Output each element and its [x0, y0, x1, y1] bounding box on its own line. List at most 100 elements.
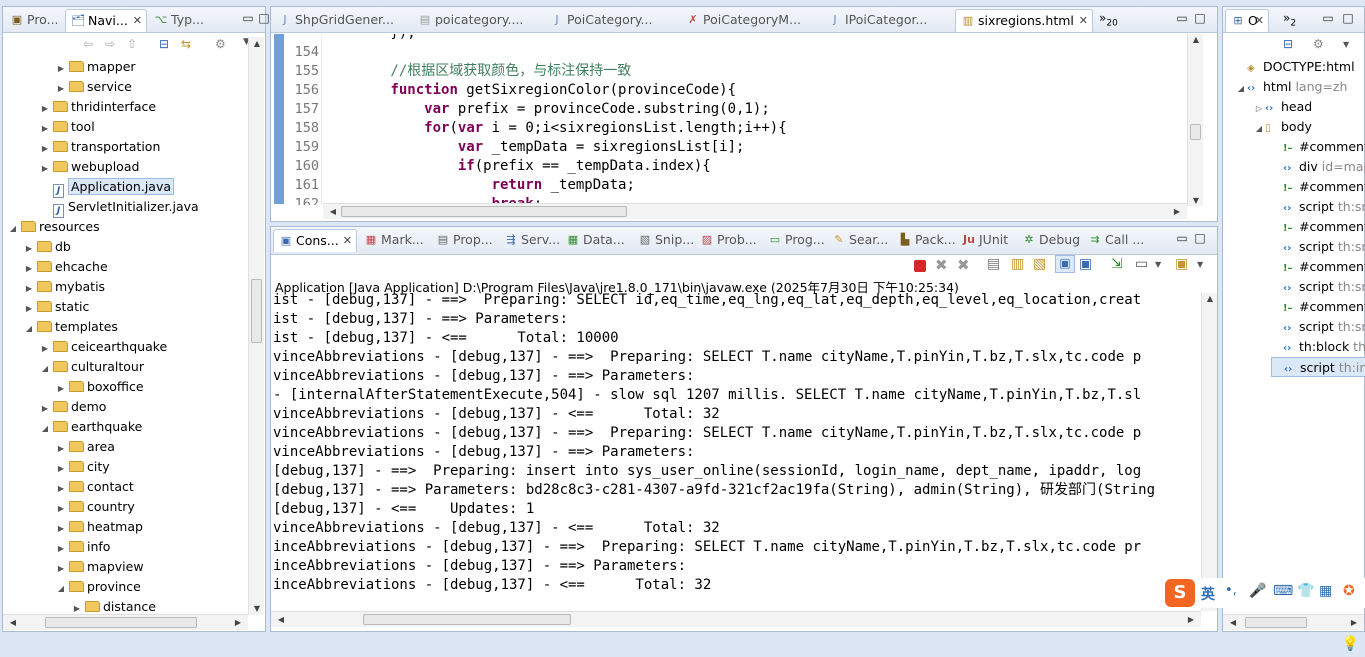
tree-item[interactable]: ▶ info — [55, 537, 111, 557]
collapsed-arrow-icon[interactable]: ▶ — [55, 439, 67, 459]
keyboard-icon[interactable]: ⌨ — [1273, 583, 1293, 599]
scrollbar-thumb[interactable] — [1245, 617, 1307, 628]
view-menu-icon[interactable]: ▼ — [1197, 260, 1203, 269]
scroll-down-icon[interactable]: ▼ — [249, 604, 265, 613]
collapsed-arrow-icon[interactable]: ▶ — [39, 99, 51, 119]
tree-item[interactable]: ▶ heatmap — [55, 517, 143, 537]
collapsed-arrow-icon[interactable]: ▶ — [39, 119, 51, 139]
terminate-icon[interactable] — [914, 260, 926, 272]
collapsed-arrow-icon[interactable]: ▶ — [39, 339, 51, 359]
collapsed-arrow-icon[interactable]: ▶ — [55, 499, 67, 519]
console-output[interactable]: ist - [debug,137] - ==> Preparing: SELEC… — [271, 291, 1201, 611]
outline-horizontal-scrollbar[interactable]: ◀ ▶ — [1223, 614, 1364, 630]
tree-item[interactable]: ▶ transportation — [39, 137, 160, 157]
tab-editor-poicategory-xml[interactable]: ▤ poicategory.... — [413, 9, 543, 32]
tree-item[interactable]: ◢ resources — [7, 217, 100, 237]
scroll-up-icon[interactable]: ▲ — [1188, 35, 1204, 44]
collapsed-arrow-icon[interactable]: ▶ — [55, 559, 67, 579]
scrollbar-thumb[interactable] — [363, 614, 571, 625]
mascot-icon[interactable]: ✪ — [1343, 583, 1355, 599]
tree-item[interactable]: ▶ contact — [55, 477, 134, 497]
expanded-arrow-icon[interactable]: ◢ — [1253, 119, 1265, 139]
tab-editor-sixregions[interactable]: ▥ sixregions.html ✕ — [955, 9, 1093, 32]
tab-package-explorer[interactable]: ▙ Pack... — [893, 229, 957, 252]
tab-servers[interactable]: ⇶ Serv... — [499, 229, 561, 252]
collapsed-arrow-icon[interactable]: ▷ — [1253, 99, 1265, 119]
tab-type-hierarchy[interactable]: ⌥ Typ... — [149, 9, 211, 32]
toolbox-icon[interactable]: ▦ — [1319, 583, 1332, 599]
outline-item[interactable]: !– #comment — [1271, 217, 1365, 237]
minimize-icon[interactable]: ▭ — [1175, 11, 1189, 25]
editor-tab-overflow[interactable]: »20 — [1099, 11, 1118, 28]
tree-item[interactable]: J ServletInitializer.java — [39, 197, 199, 218]
tree-item[interactable]: ◢ templates — [23, 317, 118, 337]
tab-search[interactable]: ✎ Sear... — [827, 229, 893, 252]
editor-horizontal-scrollbar[interactable]: ◀ ▶ — [323, 203, 1187, 219]
ime-punctuation-toggle[interactable]: •, — [1225, 583, 1237, 598]
display-console-icon[interactable]: ▭ — [1135, 256, 1148, 272]
view-menu-icon[interactable]: ▼ — [1343, 40, 1349, 49]
collapsed-arrow-icon[interactable]: ▶ — [23, 259, 35, 279]
scroll-right-icon[interactable]: ▶ — [230, 618, 246, 627]
scroll-lock-icon[interactable]: ▥ — [1011, 256, 1024, 272]
tree-item[interactable]: ▶ tool — [39, 117, 95, 137]
open-console-icon[interactable]: ▣ — [1175, 256, 1188, 272]
outline-item[interactable]: ‹› script th:src — [1271, 277, 1365, 297]
tree-item[interactable]: ▶ distance — [71, 597, 156, 615]
code-area[interactable]: }); 154 155 //根据区域获取颜色，与标注保持一致156 functio… — [271, 34, 1189, 205]
collapsed-arrow-icon[interactable]: ▶ — [39, 139, 51, 159]
tree-item[interactable]: ▶ demo — [39, 397, 107, 417]
tab-editor-ipoicategory[interactable]: J IPoiCategor... — [823, 9, 951, 32]
scroll-down-icon[interactable]: ▼ — [1188, 196, 1204, 205]
forward-icon[interactable]: ⇨ — [105, 37, 115, 51]
scroll-right-icon[interactable]: ▶ — [1183, 615, 1199, 624]
outline-item[interactable]: ‹› script th:src — [1271, 317, 1365, 337]
scrollbar-thumb[interactable] — [45, 617, 197, 628]
outline-item[interactable]: !– #comment — [1271, 297, 1365, 317]
up-icon[interactable]: ⇧ — [127, 37, 137, 51]
maximize-icon[interactable]: □ — [1193, 11, 1207, 25]
tab-navigator[interactable]: 🗂 Navi... ✕ — [65, 9, 147, 32]
tab-properties[interactable]: ▤ Prop... — [431, 229, 499, 252]
tree-item[interactable]: ▶ mapview — [55, 557, 144, 577]
scrollbar-thumb[interactable] — [341, 206, 627, 217]
word-wrap-icon[interactable]: ▧ — [1033, 256, 1046, 272]
collapsed-arrow-icon[interactable]: ▶ — [55, 519, 67, 539]
tab-junit[interactable]: Ju JUnit — [957, 229, 1017, 252]
collapsed-arrow-icon[interactable]: ▶ — [55, 59, 67, 79]
tree-item[interactable]: J Application.java — [39, 177, 175, 198]
close-icon[interactable]: ✕ — [1255, 10, 1264, 32]
expanded-arrow-icon[interactable]: ◢ — [39, 359, 51, 379]
collapsed-arrow-icon[interactable]: ▶ — [23, 299, 35, 319]
collapsed-arrow-icon[interactable]: ▶ — [55, 479, 67, 499]
outline-item[interactable]: ‹› div id=map — [1271, 157, 1365, 177]
navigator-vertical-scrollbar[interactable]: ▲ ▼ — [248, 37, 264, 615]
scroll-right-icon[interactable]: ▶ — [1346, 618, 1362, 627]
filter-icon[interactable]: ⚙ — [1313, 37, 1324, 51]
tab-markers[interactable]: ▦ Mark... — [359, 229, 429, 252]
close-icon[interactable]: ✕ — [1079, 10, 1088, 32]
scroll-up-icon[interactable]: ▲ — [1202, 294, 1218, 303]
outline-item[interactable]: ‹› script th:src — [1271, 197, 1365, 217]
tree-item[interactable]: ◢ culturaltour — [39, 357, 144, 377]
collapse-all-icon[interactable]: ⊟ — [1283, 37, 1293, 51]
expanded-arrow-icon[interactable]: ◢ — [55, 579, 67, 599]
scroll-left-icon[interactable]: ◀ — [5, 618, 21, 627]
back-icon[interactable]: ⇦ — [83, 37, 93, 51]
tab-debug[interactable]: ✲ Debug — [1017, 229, 1083, 252]
tab-editor-shpgridgenerator[interactable]: J ShpGridGener... — [273, 9, 411, 32]
pin-console-icon[interactable]: ⇲ — [1111, 256, 1123, 272]
tree-item[interactable]: ▶ service — [55, 77, 132, 97]
tab-data-source[interactable]: ▦ Data... — [561, 229, 629, 252]
tree-item[interactable]: ▶ mapper — [55, 57, 136, 77]
tree-item[interactable]: ◢ province — [55, 577, 141, 597]
microphone-icon[interactable]: 🎤 — [1249, 583, 1266, 599]
tree-item[interactable]: ▶ ehcache — [23, 257, 108, 277]
show-on-output-icon[interactable]: ▣ — [1055, 255, 1075, 273]
tree-item[interactable]: ▶ city — [55, 457, 110, 477]
tab-editor-poicategorymapper[interactable]: ✗ PoiCategoryM... — [681, 9, 821, 32]
tree-item[interactable]: ▶ thridinterface — [39, 97, 156, 117]
tree-item[interactable]: ◢ earthquake — [39, 417, 142, 437]
expanded-arrow-icon[interactable]: ◢ — [1235, 79, 1247, 99]
dropdown-icon[interactable]: ▼ — [1155, 260, 1161, 269]
